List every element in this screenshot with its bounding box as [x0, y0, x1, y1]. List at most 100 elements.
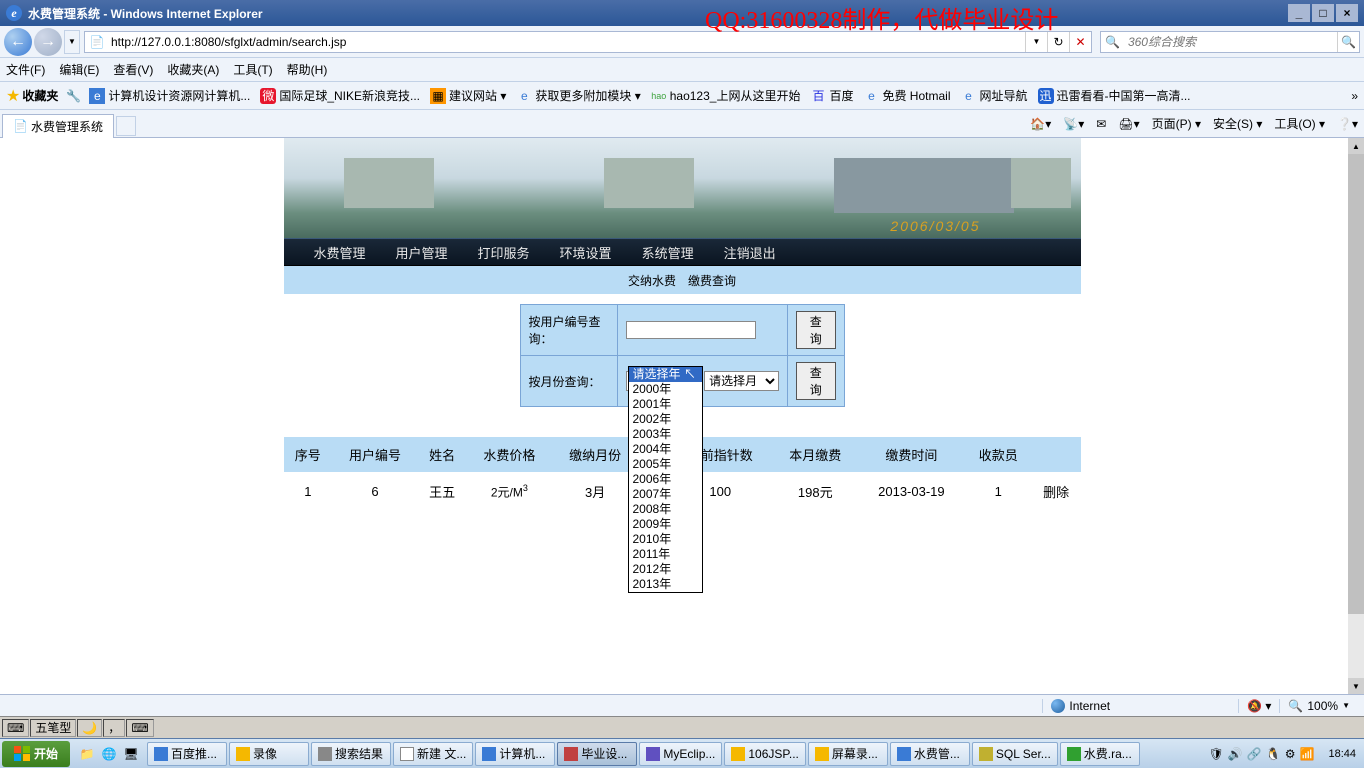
forward-button[interactable]: →	[34, 28, 62, 56]
user-id-input[interactable]	[626, 321, 756, 339]
back-button[interactable]: ←	[4, 28, 32, 56]
help-button[interactable]: ❔▾	[1337, 117, 1358, 131]
task-button[interactable]: 屏幕录...	[808, 742, 888, 766]
year-option[interactable]: 2004年	[629, 442, 702, 457]
fav-item-3[interactable]: e获取更多附加模块 ▾	[516, 87, 640, 104]
fav-overflow[interactable]: »	[1351, 89, 1358, 103]
menu-view[interactable]: 查看(V)	[113, 61, 153, 78]
feeds-button[interactable]: 📡▾	[1063, 117, 1084, 131]
fav-item-7[interactable]: e网址导航	[960, 87, 1027, 104]
taskbar-clock[interactable]: 18:44	[1320, 748, 1364, 760]
nav-water-fee[interactable]: 水费管理	[314, 243, 366, 262]
year-option[interactable]: 2007年	[629, 487, 702, 502]
minimize-button[interactable]: _	[1288, 4, 1310, 22]
subnav-query[interactable]: 缴费查询	[688, 272, 736, 289]
nav-env[interactable]: 环境设置	[560, 243, 612, 262]
cmd-page[interactable]: 页面(P) ▾	[1152, 115, 1201, 132]
cmd-safety[interactable]: 安全(S) ▾	[1213, 115, 1262, 132]
favorites-star-icon[interactable]: ★	[6, 86, 20, 106]
year-option[interactable]: 2006年	[629, 472, 702, 487]
tray-icon[interactable]: 🔊	[1228, 747, 1243, 761]
fav-item-1[interactable]: 微国际足球_NIKE新浪竞技...	[260, 87, 420, 104]
fav-item-8[interactable]: 迅迅雷看看-中国第一高清...	[1038, 87, 1191, 104]
start-button[interactable]: 开始	[2, 741, 70, 767]
search-box[interactable]: 🔍 🔍	[1100, 31, 1360, 53]
ql-icon[interactable]: 🖥	[120, 743, 142, 765]
blocker-icons[interactable]: 🔕 ▾	[1238, 699, 1279, 713]
maximize-button[interactable]: □	[1312, 4, 1334, 22]
task-button[interactable]: SQL Ser...	[972, 742, 1058, 766]
task-button[interactable]: 106JSP...	[724, 742, 805, 766]
tray-icon[interactable]: 🐧	[1266, 747, 1281, 761]
readmail-button[interactable]: ✉	[1096, 117, 1106, 131]
ql-icon[interactable]: 📁	[76, 743, 98, 765]
task-button[interactable]: 百度推...	[147, 742, 227, 766]
scroll-thumb[interactable]	[1348, 154, 1364, 614]
year-option[interactable]: 2001年	[629, 397, 702, 412]
tray-icon[interactable]: ⚙	[1285, 747, 1296, 761]
subnav-pay[interactable]: 交纳水费	[628, 272, 676, 289]
ime-shape[interactable]: 🌙	[77, 719, 102, 737]
fav-shortcuts-icon[interactable]: 🔧	[66, 89, 81, 103]
year-option[interactable]: 2003年	[629, 427, 702, 442]
vertical-scrollbar[interactable]: ▲ ▼	[1348, 138, 1364, 694]
ime-keyb[interactable]: ⌨	[126, 719, 153, 737]
tray-icon[interactable]: 📶	[1300, 747, 1315, 761]
ql-icon[interactable]: 🌐	[98, 743, 120, 765]
stop-button[interactable]: ✕	[1069, 32, 1091, 52]
nav-print[interactable]: 打印服务	[478, 243, 530, 262]
fav-item-0[interactable]: e计算机设计资源网计算机...	[89, 87, 250, 104]
fav-item-4[interactable]: haohao123_上网从这里开始	[651, 87, 801, 104]
tray-icon[interactable]: 🔗	[1247, 747, 1262, 761]
tray-icon[interactable]: 🛡	[1209, 747, 1224, 761]
year-option[interactable]: 2000年	[629, 382, 702, 397]
cmd-tools[interactable]: 工具(O) ▾	[1274, 115, 1325, 132]
close-button[interactable]: ×	[1336, 4, 1358, 22]
search-button[interactable]: 🔍	[1337, 32, 1359, 52]
system-tray[interactable]: 🛡 🔊 🔗 🐧 ⚙ 📶	[1203, 747, 1321, 761]
year-option[interactable]: 2005年	[629, 457, 702, 472]
scroll-down[interactable]: ▼	[1348, 678, 1364, 694]
menu-favorites[interactable]: 收藏夹(A)	[167, 61, 219, 78]
fav-item-2[interactable]: ▦建议网站 ▾	[430, 87, 506, 104]
fav-item-5[interactable]: 百百度	[810, 87, 853, 104]
task-button[interactable]: 新建 文...	[393, 742, 473, 766]
task-button[interactable]: 录像	[229, 742, 309, 766]
task-button[interactable]: 计算机...	[475, 742, 555, 766]
fav-item-6[interactable]: e免费 Hotmail	[863, 87, 950, 104]
ime-name[interactable]: 五笔型	[30, 719, 76, 737]
print-button[interactable]: 🖨▾	[1118, 117, 1139, 131]
task-button[interactable]: 搜索结果	[311, 742, 391, 766]
search-month-button[interactable]: 查询	[796, 362, 835, 400]
zoom-control[interactable]: 🔍 100% ▼	[1279, 699, 1358, 713]
year-option[interactable]: 2011年	[629, 547, 702, 562]
new-tab-button[interactable]	[116, 116, 136, 136]
year-option[interactable]: 2010年	[629, 532, 702, 547]
year-option[interactable]: 2013年	[629, 577, 702, 592]
cell-delete[interactable]: 删除	[1032, 472, 1081, 511]
menu-file[interactable]: 文件(F)	[6, 61, 45, 78]
month-select[interactable]: 请选择月	[704, 371, 779, 391]
home-button[interactable]: 🏠▾	[1030, 117, 1051, 131]
nav-user-mgmt[interactable]: 用户管理	[396, 243, 448, 262]
nav-logout[interactable]: 注销退出	[724, 243, 776, 262]
task-button[interactable]: MyEclip...	[639, 742, 722, 766]
recent-dropdown[interactable]: ▼	[64, 30, 80, 54]
year-option[interactable]: 2012年	[629, 562, 702, 577]
ime-punct[interactable]: ，	[103, 719, 125, 737]
ime-switch[interactable]: ⌨	[2, 719, 29, 737]
task-button[interactable]: 水费.ra...	[1060, 742, 1140, 766]
menu-help[interactable]: 帮助(H)	[287, 61, 328, 78]
year-option-sel[interactable]: 请选择年 ↖	[629, 367, 702, 382]
url-input[interactable]	[109, 33, 1025, 51]
search-input[interactable]	[1124, 33, 1337, 51]
task-button[interactable]: 水费管...	[890, 742, 970, 766]
search-user-button[interactable]: 查询	[796, 311, 835, 349]
tab-active[interactable]: 📄 水费管理系统	[2, 114, 114, 138]
menu-edit[interactable]: 编辑(E)	[59, 61, 99, 78]
task-button-active[interactable]: 毕业设...	[557, 742, 637, 766]
zone-indicator[interactable]: Internet	[1042, 699, 1118, 713]
year-option[interactable]: 2002年	[629, 412, 702, 427]
ime-bar[interactable]: ⌨ 五笔型 🌙 ， ⌨	[0, 716, 1364, 738]
nav-sys[interactable]: 系统管理	[642, 243, 694, 262]
